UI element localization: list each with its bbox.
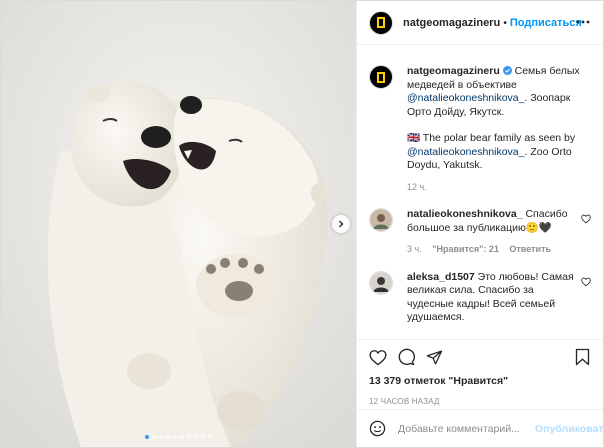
carousel-dot [208, 435, 212, 439]
header-username[interactable]: natgeomagazineru [403, 17, 500, 29]
likes-summary: 13 379 отметок "Нравится" [369, 375, 591, 387]
natgeo-avatar[interactable] [369, 10, 393, 35]
commenter-avatar[interactable] [369, 208, 393, 232]
add-comment-bar: Опубликовать [357, 409, 604, 447]
carousel-dot [187, 435, 191, 439]
save-button[interactable] [573, 348, 591, 366]
post-header: natgeomagazineru • Подписаться [357, 1, 603, 45]
carousel-dot [180, 435, 184, 439]
commenter-avatar[interactable] [369, 270, 393, 295]
carousel-dot [173, 435, 177, 439]
caption-time[interactable]: 12 ч. [407, 182, 427, 192]
caption-mention-1[interactable]: @natalieokoneshnikova_ [407, 92, 525, 104]
caption-meta: 12 ч. [407, 181, 582, 195]
more-options-button[interactable] [575, 14, 591, 30]
comment-row: aleksa_d1507 Это любовь! Самая великая с… [369, 270, 591, 325]
likes-label[interactable]: отметок "Нравится" [404, 375, 508, 387]
comments-list: natgeomagazineru Семья белых медведей в … [357, 45, 603, 335]
carousel-dot [194, 435, 198, 439]
post-sidebar: natgeomagazineru • Подписаться natgeomag… [356, 1, 604, 447]
caption-row: natgeomagazineru Семья белых медведей в … [369, 65, 591, 194]
comment-reply-button[interactable]: Ответить [509, 244, 551, 254]
heart-icon [369, 349, 387, 365]
header-separator: • [503, 16, 507, 29]
carousel-dot [159, 435, 163, 439]
action-icons [369, 346, 591, 368]
comment-row: natalieokoneshnikova_ Спасибо большое за… [369, 208, 591, 257]
natgeo-logo-icon [377, 17, 385, 28]
comment-bubble-icon [398, 348, 415, 366]
comment-input[interactable] [396, 421, 535, 436]
caption-flag: 🇬🇧 [407, 132, 421, 144]
post-dialog: natgeomagazineru • Подписаться natgeomag… [0, 0, 604, 448]
chevron-right-icon [339, 220, 344, 228]
carousel-dot [145, 435, 149, 439]
comment-body: natalieokoneshnikova_ Спасибо большое за… [407, 208, 582, 257]
comment-like-heart-icon[interactable] [581, 214, 591, 224]
smiley-icon [369, 420, 386, 437]
share-button[interactable] [425, 348, 443, 366]
carousel-dot [166, 435, 170, 439]
caption-text-en-1: The polar bear family as seen by [420, 132, 576, 144]
caption-username[interactable]: natgeomagazineru [407, 65, 500, 77]
natgeo-logo-icon [377, 71, 385, 83]
caption-body: natgeomagazineru Семья белых медведей в … [407, 65, 582, 194]
post-actions: 13 379 отметок "Нравится" 12 ЧАСОВ НАЗАД [357, 339, 603, 406]
publish-button[interactable]: Опубликовать [535, 423, 604, 435]
post-media [1, 1, 356, 447]
like-button[interactable] [369, 348, 387, 366]
more-dots-icon [576, 20, 590, 24]
emoji-button[interactable] [369, 420, 386, 438]
comment-like-heart-icon[interactable] [581, 277, 591, 287]
posted-time[interactable]: 12 ЧАСОВ НАЗАД [369, 397, 591, 406]
follow-button[interactable]: Подписаться [510, 17, 582, 29]
caption-mention-2[interactable]: @natalieokoneshnikova_ [407, 146, 525, 158]
carousel-dot [152, 435, 156, 439]
paper-plane-icon [426, 349, 442, 365]
likes-count[interactable]: 13 379 [369, 375, 401, 387]
comment-button[interactable] [397, 348, 415, 366]
carousel-indicator [1, 435, 356, 439]
comment-likes-count[interactable]: "Нравится": 21 [432, 244, 499, 254]
comment-time[interactable]: 3 ч. [407, 244, 422, 254]
comment-username[interactable]: aleksa_d1507 [407, 271, 475, 283]
comment-body: aleksa_d1507 Это любовь! Самая великая с… [407, 271, 582, 325]
bookmark-icon [575, 348, 589, 366]
carousel-dot [201, 435, 205, 439]
verified-badge-icon [502, 66, 512, 75]
comment-meta: 3 ч. "Нравится": 21 Ответить [407, 243, 582, 257]
polar-bears-photo [1, 1, 356, 447]
caption-avatar[interactable] [369, 65, 393, 89]
comment-username[interactable]: natalieokoneshnikova_ [407, 208, 523, 220]
next-slide-button[interactable] [332, 215, 350, 233]
